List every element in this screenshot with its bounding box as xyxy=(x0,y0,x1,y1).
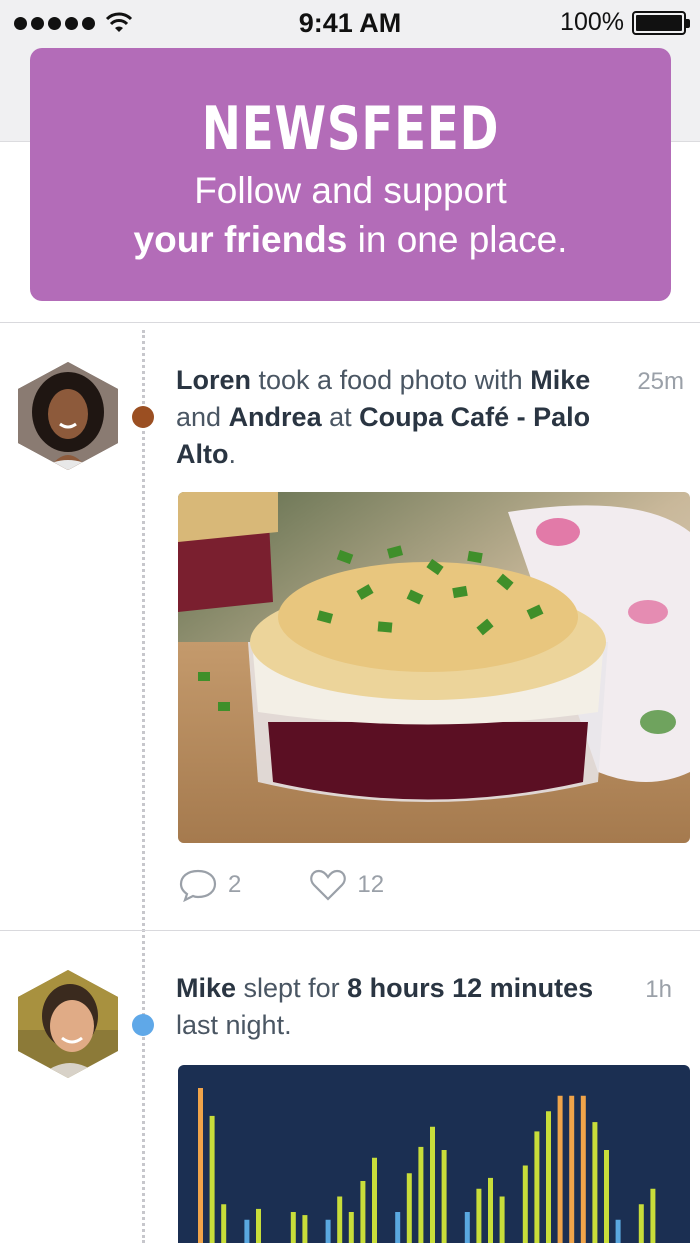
food-photo[interactable] xyxy=(178,492,690,843)
sleep-bar xyxy=(325,1219,331,1243)
sleep-bar xyxy=(580,1095,586,1243)
sleep-bar xyxy=(430,1126,435,1243)
sleep-bar xyxy=(337,1196,343,1243)
banner-subtitle-line1: Follow and support xyxy=(194,170,507,211)
sleep-chart[interactable] xyxy=(178,1065,690,1243)
author-link[interactable]: Loren xyxy=(176,365,251,395)
sleep-duration: 8 hours 12 minutes xyxy=(347,973,594,1003)
timeline-dot xyxy=(132,406,154,428)
battery-percentage: 100% xyxy=(560,8,624,36)
banner-subtitle-line2: your friends in one place. xyxy=(133,219,568,260)
sleep-bar xyxy=(418,1146,424,1243)
timeline-line xyxy=(142,330,145,1243)
avatar-loren-image xyxy=(18,362,118,470)
sleep-bar xyxy=(302,1215,308,1243)
post-actions: 2 12 xyxy=(178,868,384,902)
sleep-bar xyxy=(615,1219,621,1243)
sleep-bar xyxy=(256,1208,261,1243)
sleep-bar xyxy=(290,1212,296,1243)
sleep-bar xyxy=(198,1088,203,1243)
post-time: 1h xyxy=(645,976,672,1003)
comment-count: 2 xyxy=(228,871,242,898)
sleep-bar xyxy=(638,1204,644,1243)
sleep-bar xyxy=(546,1111,551,1243)
friend-link-andrea[interactable]: Andrea xyxy=(229,402,322,432)
friend-link-mike[interactable]: Mike xyxy=(530,365,590,395)
sleep-bar xyxy=(221,1204,227,1243)
sleep-bar xyxy=(592,1122,598,1243)
sleep-bar xyxy=(650,1188,656,1243)
sleep-bar xyxy=(534,1131,540,1243)
avatar-loren[interactable] xyxy=(18,362,118,470)
sleep-bar xyxy=(499,1196,505,1243)
comment-icon xyxy=(179,869,217,902)
divider xyxy=(0,322,700,323)
avatar-mike[interactable] xyxy=(18,970,118,1078)
author-link[interactable]: Mike xyxy=(176,973,236,1003)
sleep-bar xyxy=(348,1212,354,1243)
status-bar: 9:41 AM 100% xyxy=(0,0,700,48)
sleep-bar xyxy=(372,1157,377,1243)
banner-highlight: your friends xyxy=(133,219,348,260)
sleep-bar xyxy=(360,1181,366,1243)
newsfeed-banner: NEWSFEED Follow and support your friends… xyxy=(30,48,671,301)
sleep-bar xyxy=(244,1219,250,1243)
like-count: 12 xyxy=(357,871,385,898)
like-button[interactable]: 12 xyxy=(309,868,384,902)
post-text-loren: Loren took a food photo with Mike and An… xyxy=(176,365,591,469)
sleep-bar xyxy=(441,1150,447,1243)
sleep-bar xyxy=(464,1212,470,1243)
battery-icon xyxy=(632,10,690,35)
heart-icon xyxy=(310,869,347,901)
sleep-bar xyxy=(488,1177,493,1243)
post-time: 25m xyxy=(637,368,684,395)
food-photo-image xyxy=(178,492,690,843)
post-text-mike: Mike slept for 8 hours 12 minutes last n… xyxy=(176,973,594,1040)
sleep-bar xyxy=(569,1095,575,1243)
sleep-chart-bars xyxy=(198,1088,656,1243)
divider xyxy=(0,930,700,931)
timeline-dot xyxy=(132,1014,154,1036)
sleep-bar xyxy=(476,1188,482,1243)
sleep-bar xyxy=(557,1095,563,1243)
sleep-bar xyxy=(406,1173,412,1243)
avatar-mike-image xyxy=(18,970,118,1078)
sleep-bar xyxy=(395,1212,401,1243)
sleep-bar xyxy=(522,1165,528,1243)
sleep-bar xyxy=(604,1150,609,1243)
comment-button[interactable]: 2 xyxy=(178,868,241,902)
sleep-bar xyxy=(209,1115,215,1243)
banner-title: NEWSFEED xyxy=(201,94,500,164)
